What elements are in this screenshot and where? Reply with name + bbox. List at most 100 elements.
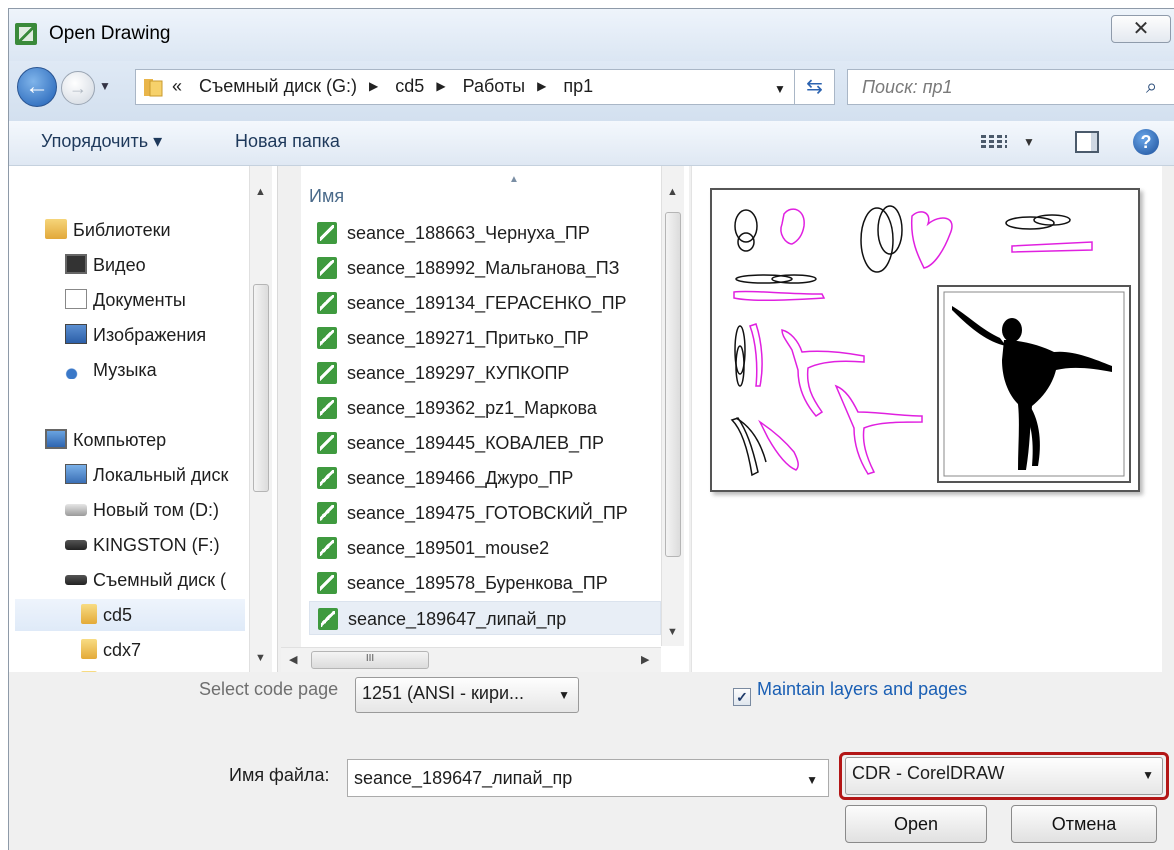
file-scroll-thumb[interactable]	[665, 212, 681, 557]
filetype-value: CDR - CorelDRAW	[852, 763, 1005, 783]
cdr-file-icon	[318, 608, 338, 630]
new-folder-button[interactable]: Новая папка	[235, 131, 340, 152]
nav-item-computer[interactable]: Компьютер	[45, 424, 166, 456]
file-hscroll-thumb[interactable]: III	[311, 651, 429, 669]
close-button[interactable]: ✕	[1111, 15, 1171, 43]
drive-icon	[65, 504, 87, 516]
search-box[interactable]: ⌕	[847, 69, 1174, 105]
preview-pane-icon[interactable]	[1075, 131, 1099, 153]
scroll-down-icon[interactable]: ▼	[667, 626, 678, 638]
file-list-item[interactable]: seance_189297_КУПКОПР	[309, 356, 661, 390]
open-button[interactable]: Open	[845, 805, 987, 843]
address-dropdown-icon[interactable]: ▼	[774, 82, 786, 96]
search-input[interactable]	[860, 76, 1134, 99]
filetype-select[interactable]: CDR - CorelDRAW ▼	[845, 757, 1163, 795]
nav-item-local-disk[interactable]: Локальный диск	[65, 459, 228, 491]
checkmark-icon: ✓	[736, 689, 748, 705]
nav-item-music[interactable]: Музыка	[65, 354, 157, 386]
file-list-hscrollbar[interactable]: ◀ III ▶	[281, 647, 661, 672]
address-bar[interactable]: « Съемный диск (G:) ▶ cd5 ▶ Работы ▶ пр1 ▼	[135, 69, 795, 105]
nav-item-images[interactable]: Изображения	[65, 319, 206, 351]
forward-arrow-icon: →	[69, 78, 87, 98]
local-disk-icon	[65, 464, 87, 484]
nav-item-removable-disk[interactable]: Съемный диск (	[65, 564, 226, 596]
help-icon[interactable]: ?	[1133, 129, 1159, 155]
preview-pane	[691, 166, 1162, 672]
file-name: seance_189475_ГОТОВСКИЙ_ПР	[347, 503, 628, 523]
nav-item-documents[interactable]: Документы	[65, 284, 186, 316]
breadcrumb-separator-icon[interactable]: ▶	[369, 79, 378, 93]
history-dropdown-icon[interactable]: ▼	[99, 79, 111, 93]
file-list-item[interactable]: seance_189501_mouse2	[309, 531, 661, 565]
file-list-item[interactable]: seance_189647_липай_пр	[309, 601, 661, 635]
dropdown-arrow-icon[interactable]: ▼	[806, 773, 818, 787]
nav-item-kingston[interactable]: KINGSTON (F:)	[65, 529, 220, 561]
organize-menu-button[interactable]: Упорядочить ▾	[41, 131, 162, 152]
cdr-file-icon	[317, 257, 337, 279]
view-options-icon[interactable]	[981, 133, 1007, 151]
file-list-item[interactable]: seance_188663_Чернуха_ПР	[309, 216, 661, 250]
breadcrumb-separator-icon[interactable]: ▶	[537, 79, 546, 93]
back-button[interactable]: ←	[17, 67, 57, 107]
maintain-layers-label[interactable]: Maintain layers and pages	[757, 679, 967, 700]
scroll-up-icon[interactable]: ▲	[255, 186, 266, 198]
dropdown-arrow-icon: ▼	[1142, 768, 1154, 782]
filename-input[interactable]: seance_189647_липай_пр ▼	[347, 759, 829, 797]
file-list-item[interactable]: seance_189578_Буренкова_ПР	[309, 566, 661, 600]
nav-scroll-thumb[interactable]	[253, 284, 269, 492]
nav-item-cdx7[interactable]: cdx7	[81, 634, 141, 666]
file-name: seance_188992_Мальганова_ПЗ	[347, 258, 620, 278]
preview-drawing	[730, 205, 1131, 483]
scroll-up-icon[interactable]: ▲	[667, 186, 678, 198]
command-toolbar: Упорядочить ▾ Новая папка ▼ ?	[9, 121, 1174, 166]
cdr-file-icon	[317, 432, 337, 454]
breadcrumb-cd5[interactable]: cd5	[395, 76, 424, 96]
file-list: ▲ Имя seance_188663_Чернуха_ПР seance_188…	[301, 166, 689, 672]
column-header-name[interactable]: Имя	[309, 186, 344, 207]
file-list-item[interactable]: seance_189445_КОВАЛЕВ_ПР	[309, 426, 661, 460]
breadcrumb-separator-icon[interactable]: ▶	[436, 79, 445, 93]
file-name: seance_189362_pz1_Маркова	[347, 398, 597, 418]
refresh-button[interactable]: ⇆	[795, 69, 835, 105]
breadcrumb-overflow[interactable]: «	[172, 76, 182, 96]
computer-icon	[45, 429, 67, 449]
dropdown-arrow-icon: ▼	[558, 688, 570, 702]
navigation-pane: Библиотеки Видео Документы Изображения М…	[9, 166, 278, 672]
nav-item-drive-d[interactable]: Новый том (D:)	[65, 494, 219, 526]
file-name: seance_189445_КОВАЛЕВ_ПР	[347, 433, 605, 453]
nav-item-libraries[interactable]: Библиотеки	[45, 214, 171, 246]
breadcrumb-pr1[interactable]: пр1	[563, 76, 593, 96]
file-list-item[interactable]: seance_189271_Притько_ПР	[309, 321, 661, 355]
view-dropdown-icon[interactable]: ▼	[1023, 135, 1035, 149]
breadcrumb-works[interactable]: Работы	[463, 76, 526, 96]
scroll-left-icon[interactable]: ◀	[289, 653, 297, 666]
cdr-file-icon	[317, 327, 337, 349]
breadcrumb: « Съемный диск (G:) ▶ cd5 ▶ Работы ▶ пр1	[172, 76, 605, 97]
breadcrumb-drive[interactable]: Съемный диск (G:)	[199, 76, 357, 96]
music-icon	[65, 359, 87, 379]
nav-item-video[interactable]: Видео	[65, 249, 146, 281]
file-list-item[interactable]: seance_189475_ГОТОВСКИЙ_ПР	[309, 496, 661, 530]
file-list-item[interactable]: seance_189362_pz1_Маркова	[309, 391, 661, 425]
usb-drive-icon	[65, 575, 87, 585]
file-list-item[interactable]: seance_189466_Джуро_ПР	[309, 461, 661, 495]
refresh-icon: ⇆	[806, 76, 823, 98]
video-icon	[65, 254, 87, 274]
code-page-select[interactable]: 1251 (ANSI - кири... ▼	[355, 677, 579, 713]
address-row: ← → ▼ « Съемный диск (G:) ▶ cd5 ▶ Работы ▶ …	[9, 61, 1174, 121]
cancel-button[interactable]: Отмена	[1011, 805, 1157, 843]
maintain-layers-checkbox[interactable]: ✓	[733, 688, 751, 706]
nav-scrollbar[interactable]: ▲ ▼	[249, 166, 272, 672]
file-name: seance_189466_Джуро_ПР	[347, 468, 574, 488]
file-list-item[interactable]: seance_188992_Мальганова_ПЗ	[309, 251, 661, 285]
folder-icon	[81, 639, 97, 659]
scroll-down-icon[interactable]: ▼	[255, 652, 266, 664]
cdr-file-icon	[317, 537, 337, 559]
file-list-scrollbar[interactable]: ▲ ▼	[661, 166, 684, 646]
nav-item-cd5[interactable]: cd5	[15, 599, 245, 631]
file-list-item[interactable]: seance_189134_ГЕРАСЕНКО_ПР	[309, 286, 661, 320]
open-drawing-dialog: Open Drawing ✕ ← → ▼ « Съемный диск (G:)…	[8, 8, 1174, 850]
scroll-right-icon[interactable]: ▶	[641, 653, 649, 666]
search-icon[interactable]: ⌕	[1146, 76, 1157, 99]
forward-button[interactable]: →	[61, 71, 95, 105]
